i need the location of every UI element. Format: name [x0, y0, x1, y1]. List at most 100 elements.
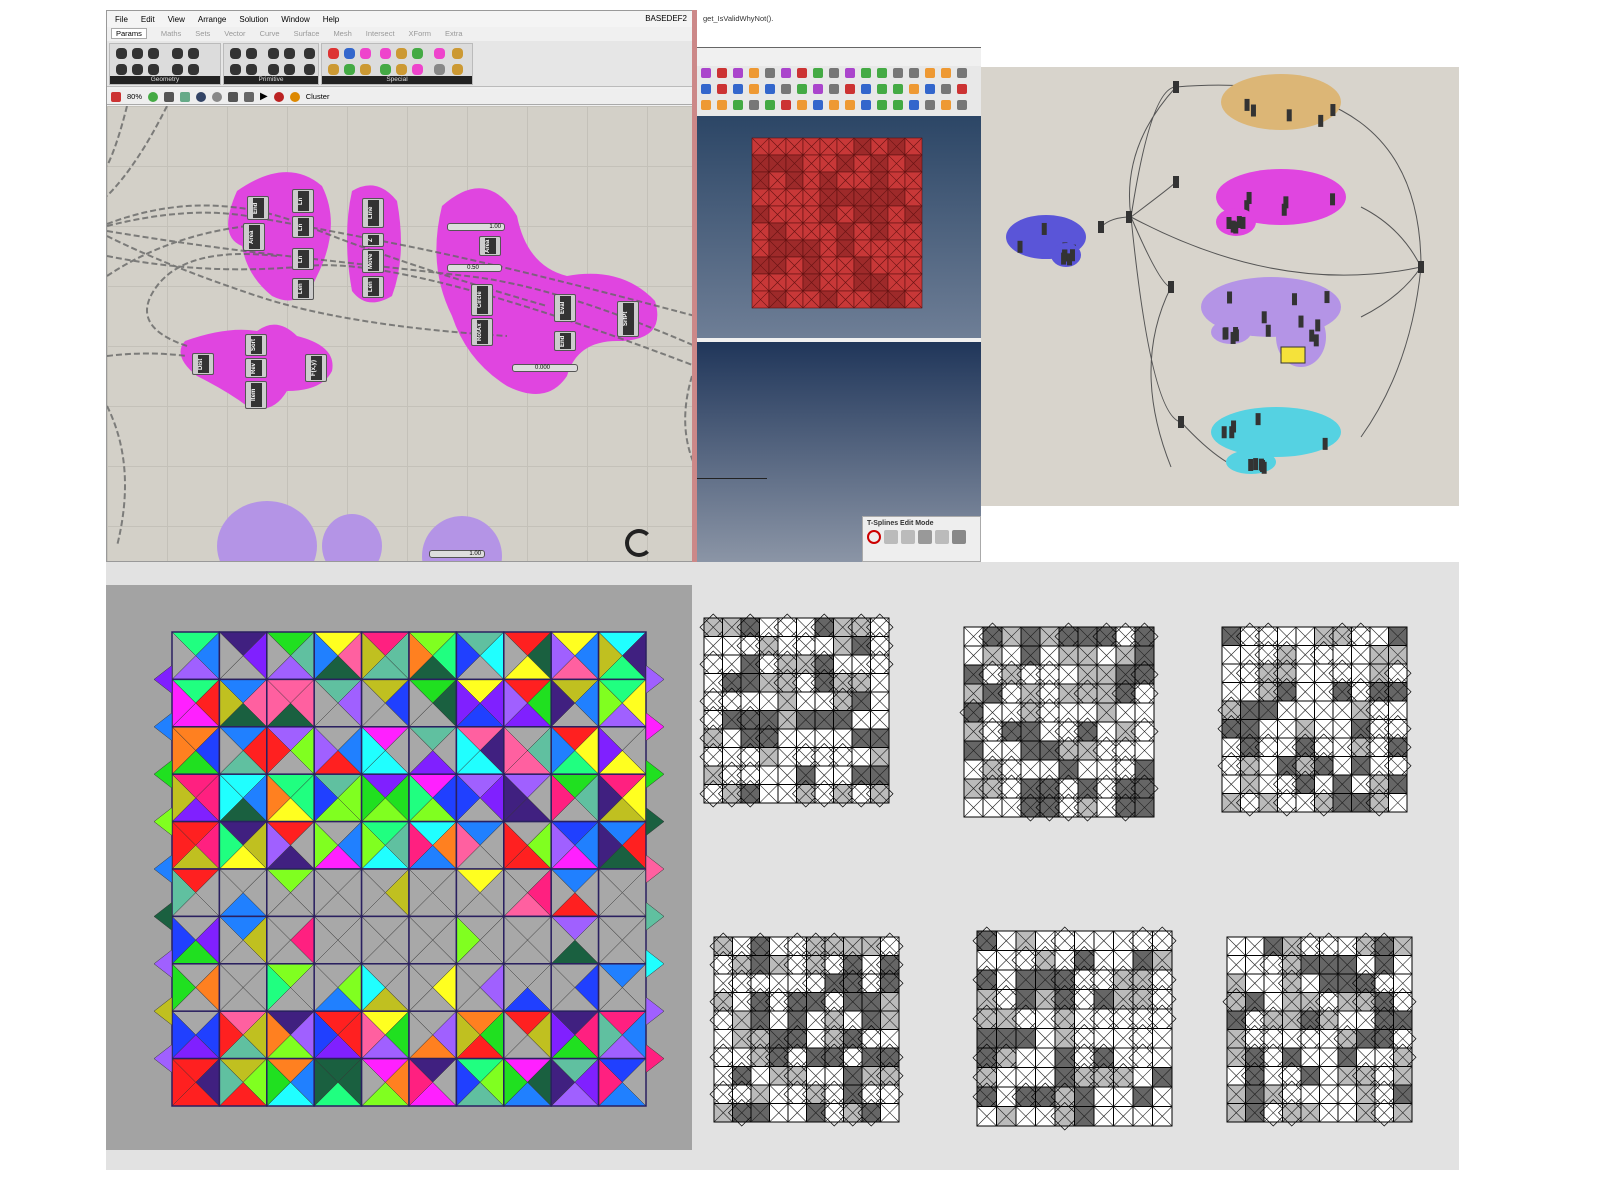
component-icon[interactable]: [230, 48, 241, 59]
rhino-tool-icon[interactable]: [925, 100, 935, 110]
number-slider[interactable]: 1.00: [429, 550, 485, 558]
component-icon[interactable]: [380, 48, 391, 59]
rhino-tool-icon[interactable]: [909, 68, 919, 78]
rhino-tool-icon[interactable]: [861, 84, 871, 94]
rhino-tool-icon[interactable]: [749, 84, 759, 94]
rhino-tool-icon[interactable]: [957, 84, 967, 94]
rhino-tool-icon[interactable]: [797, 68, 807, 78]
preview-icon[interactable]: [228, 91, 239, 102]
node-sort[interactable]: Sort: [245, 334, 267, 356]
component-icon[interactable]: [188, 64, 199, 75]
component-icon[interactable]: [116, 64, 127, 75]
component-icon[interactable]: [344, 64, 355, 75]
rhino-tool-icon[interactable]: [877, 68, 887, 78]
component-icon[interactable]: [172, 64, 183, 75]
tab-extra[interactable]: Extra: [445, 29, 463, 38]
menu-view[interactable]: View: [168, 15, 185, 24]
paint-icon[interactable]: [111, 91, 121, 102]
rhino-tool-icon[interactable]: [909, 84, 919, 94]
tab-mesh[interactable]: Mesh: [333, 29, 351, 38]
tab-intersect[interactable]: Intersect: [366, 29, 395, 38]
node-reverse[interactable]: Rev: [245, 358, 267, 378]
rhino-tool-icon[interactable]: [877, 84, 887, 94]
rhino-tool-icon[interactable]: [749, 68, 759, 78]
rhino-tool-icon[interactable]: [813, 100, 823, 110]
tool-icon[interactable]: [901, 530, 915, 544]
component-icon[interactable]: [412, 64, 423, 75]
node-surface-from-points[interactable]: SrfPt: [617, 301, 639, 337]
document-icon[interactable]: [244, 91, 255, 102]
node-area-2[interactable]: Area: [479, 236, 501, 256]
component-icon[interactable]: [328, 48, 339, 59]
rhino-tool-icon[interactable]: [797, 100, 807, 110]
node-line-2[interactable]: Ln: [292, 216, 314, 238]
component-icon[interactable]: [268, 48, 279, 59]
rhino-tool-icon[interactable]: [861, 100, 871, 110]
node-end[interactable]: End: [247, 196, 269, 220]
rhino-tool-icon[interactable]: [893, 100, 903, 110]
rhino-tool-icon[interactable]: [701, 68, 711, 78]
rhino-tool-icon[interactable]: [733, 100, 743, 110]
rhino-tool-icon[interactable]: [941, 100, 951, 110]
node-z[interactable]: Z: [362, 233, 384, 247]
rhino-tool-icon[interactable]: [845, 100, 855, 110]
node-distance[interactable]: Dist: [192, 353, 214, 375]
component-icon[interactable]: [344, 48, 355, 59]
component-icon[interactable]: [434, 64, 445, 75]
tool-icon[interactable]: [884, 530, 898, 544]
rhino-tool-icon[interactable]: [957, 100, 967, 110]
tab-vector[interactable]: Vector: [224, 29, 245, 38]
component-icon[interactable]: [396, 48, 407, 59]
rhino-tool-icon[interactable]: [829, 100, 839, 110]
node-end-2[interactable]: End: [554, 331, 576, 351]
number-slider[interactable]: 1.00: [447, 223, 505, 231]
rhino-tool-icon[interactable]: [733, 68, 743, 78]
rhino-tool-icon[interactable]: [845, 84, 855, 94]
component-icon[interactable]: [284, 48, 295, 59]
component-icon[interactable]: [148, 48, 159, 59]
rhino-tool-icon[interactable]: [797, 84, 807, 94]
component-icon[interactable]: [452, 48, 463, 59]
rhino-tool-icon[interactable]: [733, 84, 743, 94]
node-length[interactable]: Len: [292, 278, 314, 300]
tool-icon[interactable]: [918, 530, 932, 544]
component-icon[interactable]: [246, 64, 257, 75]
rhino-tool-icon[interactable]: [877, 100, 887, 110]
tool-icon[interactable]: [935, 530, 949, 544]
menu-window[interactable]: Window: [281, 15, 309, 24]
rhino-tool-icon[interactable]: [925, 68, 935, 78]
rhino-tool-icon[interactable]: [717, 100, 727, 110]
component-icon[interactable]: [434, 48, 445, 59]
zoom-icon[interactable]: [148, 91, 159, 102]
eye-icon[interactable]: [196, 91, 207, 102]
rhino-tool-icon[interactable]: [893, 84, 903, 94]
zoom-extents-icon[interactable]: [164, 91, 175, 102]
rhino-tool-icon[interactable]: [717, 84, 727, 94]
node-evaluate[interactable]: Eval: [554, 294, 576, 322]
node-line[interactable]: Line: [362, 198, 384, 228]
play-icon[interactable]: ▶: [260, 91, 268, 102]
tab-surface[interactable]: Surface: [294, 29, 320, 38]
menu-solution[interactable]: Solution: [239, 15, 268, 24]
rhino-tool-icon[interactable]: [781, 68, 791, 78]
rhino-tool-icon[interactable]: [765, 84, 775, 94]
rhino-tool-icon[interactable]: [909, 100, 919, 110]
rhino-tool-icon[interactable]: [701, 100, 711, 110]
power-icon[interactable]: [867, 530, 881, 544]
tab-maths[interactable]: Maths: [161, 29, 181, 38]
orb-icon[interactable]: [289, 91, 300, 102]
number-slider[interactable]: 0.000: [512, 364, 578, 372]
rhino-tool-icon[interactable]: [781, 100, 791, 110]
rhino-tool-icon[interactable]: [765, 100, 775, 110]
node-circle[interactable]: Circle: [471, 284, 493, 316]
perspective-viewport[interactable]: [697, 116, 981, 338]
rhino-tool-icon[interactable]: [701, 84, 711, 94]
component-icon[interactable]: [132, 64, 143, 75]
component-icon[interactable]: [412, 48, 423, 59]
tab-xform[interactable]: XForm: [409, 29, 432, 38]
component-icon[interactable]: [132, 48, 143, 59]
tab-params[interactable]: Params: [111, 28, 147, 39]
rhino-tool-icon[interactable]: [717, 68, 727, 78]
rhino-tool-icon[interactable]: [829, 68, 839, 78]
component-icon[interactable]: [304, 48, 315, 59]
